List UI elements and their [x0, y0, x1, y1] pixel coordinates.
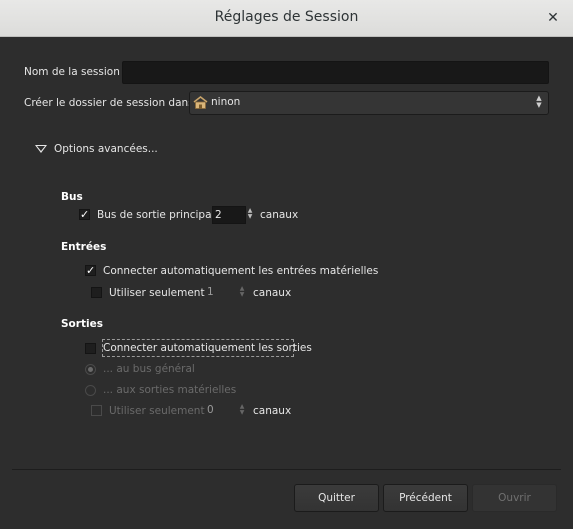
session-folder-combo[interactable] — [189, 91, 549, 115]
inputs-limit-checkbox[interactable] — [91, 287, 102, 298]
outputs-channels-label: canaux — [253, 405, 292, 417]
master-bus-channels-spinner[interactable]: 2 — [212, 206, 246, 224]
expander-arrow-icon[interactable] — [35, 145, 47, 153]
outputs-limit-label: Utiliser seulement — [109, 405, 205, 417]
outputs-limit-spinner[interactable]: 0 — [205, 402, 235, 420]
outputs-auto-connect-checkbox[interactable] — [85, 343, 96, 354]
outputs-limit-checkbox[interactable] — [91, 405, 102, 416]
master-bus-label: Bus de sortie principal à — [97, 209, 225, 221]
inputs-auto-connect-checkbox[interactable]: ✓ — [85, 265, 96, 276]
outputs-to-physical-radio[interactable] — [85, 385, 96, 396]
outputs-to-master-label: ... au bus général — [103, 363, 195, 375]
session-folder-label: Créer le dossier de session dans : — [24, 97, 201, 109]
inputs-auto-connect-label: Connecter automatiquement les entrées ma… — [103, 265, 379, 277]
outputs-heading: Sorties — [61, 318, 103, 330]
inputs-limit-spinner[interactable]: 1 — [205, 284, 235, 302]
outputs-to-master-radio[interactable] — [85, 364, 96, 375]
footer-separator — [12, 469, 561, 470]
session-name-label: Nom de la session : — [24, 66, 127, 78]
spinner-arrows-icon[interactable]: ▲ ▼ — [238, 286, 246, 298]
open-button[interactable]: Ouvrir — [472, 484, 557, 512]
inputs-limit-label: Utiliser seulement — [109, 287, 205, 299]
home-folder-icon — [193, 96, 208, 109]
outputs-auto-connect-label: Connecter automatiquement les sorties — [103, 342, 312, 354]
combo-arrows-icon: ▲ ▼ — [536, 94, 542, 109]
window-title: Réglages de Session — [214, 9, 359, 25]
previous-button[interactable]: Précédent — [383, 484, 468, 512]
inputs-channels-label: canaux — [253, 287, 292, 299]
quit-button[interactable]: Quitter — [294, 484, 379, 512]
inputs-heading: Entrées — [61, 241, 107, 253]
bus-heading: Bus — [61, 191, 83, 203]
spinner-arrows-icon[interactable]: ▲ ▼ — [238, 404, 246, 416]
spinner-arrows-icon[interactable]: ▲ ▼ — [246, 208, 254, 220]
master-bus-channels-label: canaux — [260, 209, 299, 221]
session-folder-value: ninon — [211, 96, 241, 108]
master-bus-checkbox[interactable]: ✓ — [79, 209, 90, 220]
advanced-options-expander[interactable]: Options avancées... — [54, 143, 158, 155]
session-name-input[interactable] — [122, 61, 549, 84]
outputs-to-physical-label: ... aux sorties matérielles — [103, 384, 237, 396]
close-icon[interactable]: ✕ — [541, 6, 565, 30]
